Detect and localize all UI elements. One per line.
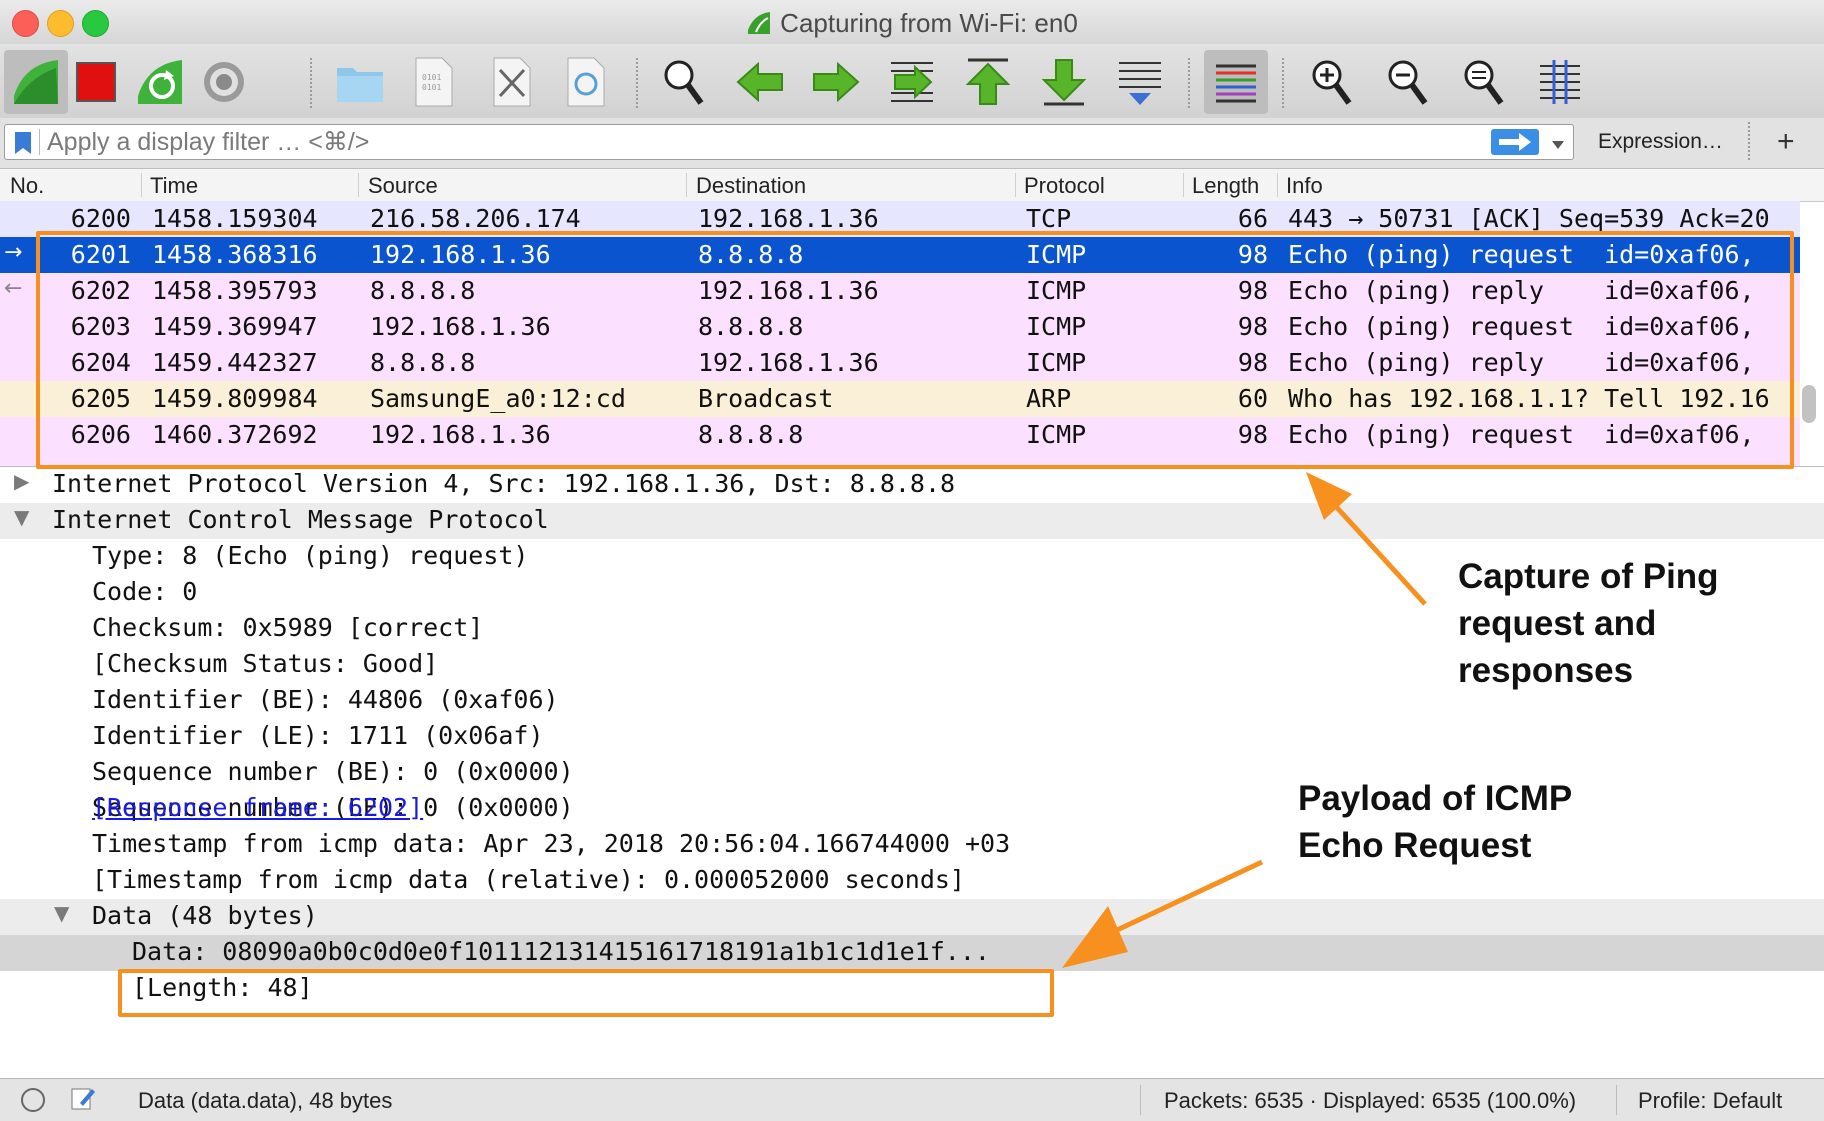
callout1-line1: Capture of Ping — [1458, 557, 1719, 596]
callout1-arrow-icon — [1306, 472, 1427, 606]
callout2-line1: Payload of ICMP — [1298, 779, 1573, 818]
callout2-arrow-icon — [1062, 859, 1264, 968]
callout-ping-capture: Capture of Ping request and responses — [1458, 553, 1719, 694]
callout1-line2: request and — [1458, 604, 1657, 643]
callout2-line2: Echo Request — [1298, 826, 1532, 865]
callout-icmp-payload: Payload of ICMP Echo Request — [1298, 775, 1572, 869]
callout1-line3: responses — [1458, 651, 1634, 690]
